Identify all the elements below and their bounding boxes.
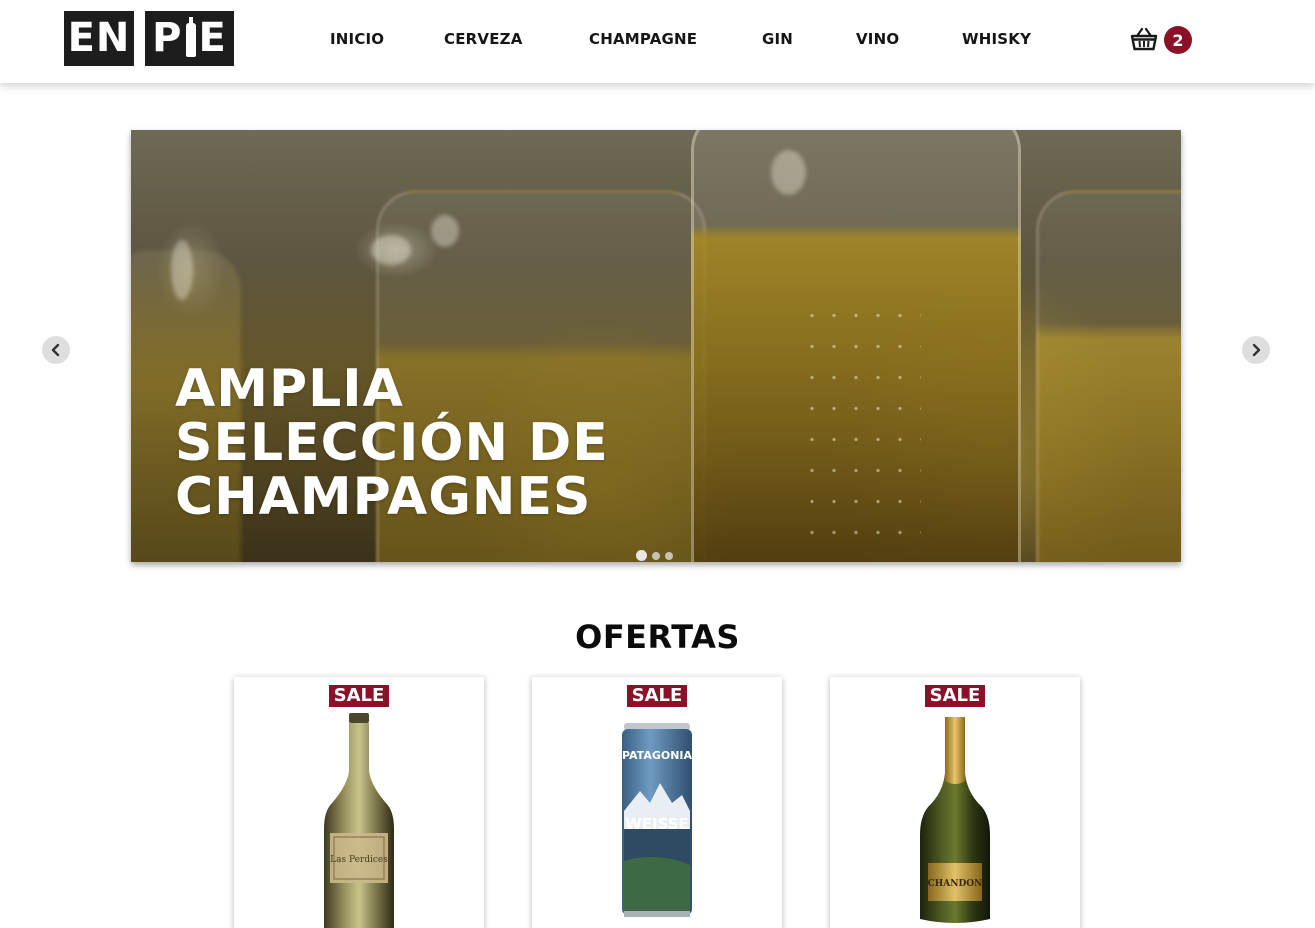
bottle-icon — [185, 16, 196, 57]
beer-brand-text: PATAGONIA — [622, 749, 693, 762]
logo-en-block: EN — [64, 11, 134, 66]
carousel-dot-2[interactable] — [652, 551, 660, 560]
logo-e-text: E — [198, 15, 227, 61]
carousel-headline-line: CHAMPAGNES — [175, 467, 592, 527]
carousel-dot-1[interactable] — [636, 550, 647, 561]
beer-can-image: PATAGONIA WEISSE — [622, 723, 693, 917]
site-header: EN P E INICIO CERVEZA CHAMPAGNE GIN VINO… — [0, 0, 1315, 83]
nav-item-gin[interactable]: GIN — [762, 30, 793, 48]
carousel-dot-3[interactable] — [665, 551, 673, 560]
product-card-wine[interactable]: SALE Las Perdices — [234, 677, 484, 928]
champagne-glass-image — [1036, 190, 1181, 562]
cart-button[interactable] — [1129, 25, 1159, 55]
hero-carousel[interactable]: AMPLIA SELECCIÓN DE CHAMPAGNES — [131, 130, 1181, 562]
carousel-headline-line: AMPLIA — [175, 359, 404, 419]
nav-item-inicio[interactable]: INICIO — [330, 30, 384, 48]
champagne-bottle-image: CHANDON — [920, 717, 990, 923]
nav-item-cerveza[interactable]: CERVEZA — [444, 30, 523, 48]
bubbles-decoration — [801, 300, 921, 550]
product-card-beer[interactable]: SALE PATAGONIA WEISSE — [532, 677, 782, 928]
bokeh-light — [771, 150, 806, 195]
beer-style-text: WEISSE — [625, 815, 689, 833]
offers-title: OFERTAS — [575, 618, 740, 656]
logo-p-text: P — [152, 15, 183, 61]
carousel-headline-line: SELECCIÓN DE — [175, 413, 609, 473]
site-logo[interactable]: EN P E — [64, 11, 234, 66]
basket-icon — [1130, 27, 1158, 51]
chevron-right-icon — [1252, 343, 1261, 357]
cart-count-badge[interactable]: 2 — [1164, 26, 1192, 54]
wine-label-text: Las Perdices — [330, 855, 388, 865]
bokeh-light — [371, 235, 411, 265]
nav-item-champagne[interactable]: CHAMPAGNE — [589, 30, 697, 48]
carousel-indicators — [636, 550, 673, 561]
logo-pie-block: P E — [145, 11, 234, 66]
bokeh-light — [171, 240, 193, 300]
logo-en-text: EN — [67, 15, 131, 61]
carousel-headline: AMPLIA SELECCIÓN DE CHAMPAGNES — [175, 362, 695, 524]
chevron-left-icon — [51, 343, 60, 357]
product-card-champagne[interactable]: SALE CHANDON — [830, 677, 1080, 928]
sale-badge: SALE — [627, 685, 687, 707]
bokeh-light — [431, 215, 459, 247]
nav-item-vino[interactable]: VINO — [856, 30, 899, 48]
carousel-prev-button[interactable] — [42, 336, 70, 364]
carousel-next-button[interactable] — [1242, 336, 1270, 364]
sale-badge: SALE — [925, 685, 985, 707]
sale-badge: SALE — [329, 685, 389, 707]
nav-item-whisky[interactable]: WHISKY — [962, 30, 1031, 48]
white-wine-bottle-image: Las Perdices — [324, 713, 394, 928]
champagne-label-text: CHANDON — [928, 879, 983, 889]
